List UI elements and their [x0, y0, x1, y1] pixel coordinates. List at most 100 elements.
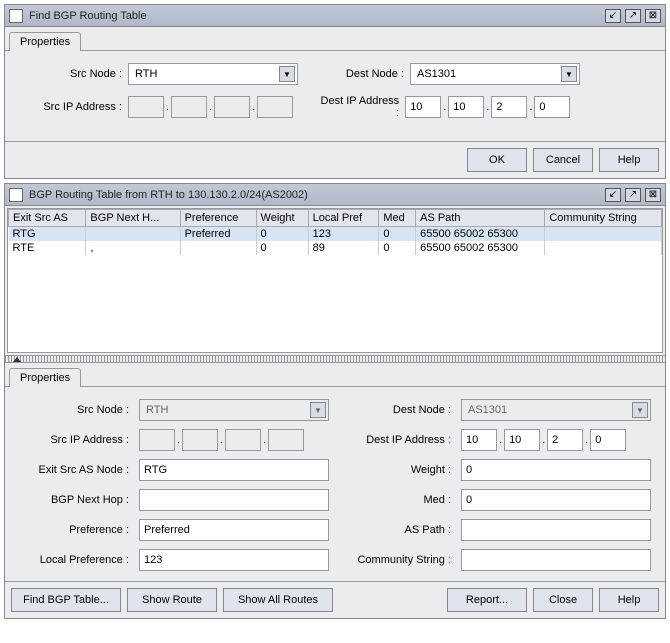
- col-header[interactable]: Exit Src AS: [9, 210, 86, 227]
- table-cell: 65500 65002 65300: [416, 241, 545, 255]
- button-bar: Find BGP Table... Show Route Show All Ro…: [5, 581, 665, 618]
- window-icon: [9, 9, 23, 23]
- col-header[interactable]: Weight: [256, 210, 308, 227]
- window-title: BGP Routing Table from RTH to 130.130.2.…: [29, 189, 605, 201]
- help-button[interactable]: Help: [599, 588, 659, 612]
- weight-label: Weight :: [335, 464, 455, 476]
- dest-ip-octet[interactable]: 10: [504, 429, 540, 451]
- table-cell: RTG: [9, 227, 86, 242]
- find-bgp-window: Find BGP Routing Table ↙ ↗ ⊠ Properties …: [4, 4, 666, 179]
- table-header-row: Exit Src AS BGP Next H... Preference Wei…: [9, 210, 662, 227]
- src-ip-group: . . .: [128, 96, 293, 118]
- bgp-next-label: BGP Next Hop :: [13, 494, 133, 506]
- src-node-label: Src Node :: [13, 404, 133, 416]
- table-row[interactable]: RTE,089065500 65002 65300: [9, 241, 662, 255]
- table-cell: 0: [379, 227, 416, 242]
- minimize-icon[interactable]: ↙: [605, 9, 621, 23]
- dest-ip-octet[interactable]: 2: [547, 429, 583, 451]
- tabbar: Properties: [5, 27, 665, 51]
- minimize-icon[interactable]: ↙: [605, 188, 621, 202]
- as-path-field[interactable]: [461, 519, 651, 541]
- community-field[interactable]: [461, 549, 651, 571]
- titlebar[interactable]: BGP Routing Table from RTH to 130.130.2.…: [5, 184, 665, 206]
- close-icon[interactable]: ⊠: [645, 9, 661, 23]
- dest-node-label: Dest Node :: [320, 68, 410, 80]
- show-route-button[interactable]: Show Route: [127, 588, 217, 612]
- col-header[interactable]: Local Pref: [308, 210, 379, 227]
- dest-ip-octet[interactable]: 0: [534, 96, 570, 118]
- col-header[interactable]: AS Path: [416, 210, 545, 227]
- window-title: Find BGP Routing Table: [29, 10, 605, 22]
- properties-panel: Src Node : RTH ▼ Dest Node : AS1301 ▼ Sr…: [5, 51, 665, 141]
- table-cell: [86, 227, 180, 242]
- dest-ip-octet[interactable]: 2: [491, 96, 527, 118]
- src-ip-octet: [268, 429, 304, 451]
- src-ip-octet: [171, 96, 207, 118]
- src-node-value: RTH: [146, 404, 168, 416]
- help-button[interactable]: Help: [599, 148, 659, 172]
- src-ip-label: Src IP Address :: [13, 101, 128, 113]
- community-label: Community String :: [335, 554, 455, 566]
- cancel-button[interactable]: Cancel: [533, 148, 593, 172]
- dest-ip-group: 10. 10. 2. 0: [461, 429, 651, 451]
- bgp-next-field[interactable]: [139, 489, 329, 511]
- col-header[interactable]: BGP Next H...: [86, 210, 180, 227]
- local-pref-field[interactable]: 123: [139, 549, 329, 571]
- exit-src-field[interactable]: RTG: [139, 459, 329, 481]
- dest-ip-octet[interactable]: 10: [405, 96, 441, 118]
- dest-node-select: AS1301 ▼: [461, 399, 651, 421]
- dest-node-label: Dest Node :: [335, 404, 455, 416]
- dest-ip-label: Dest IP Address :: [335, 434, 455, 446]
- table-cell: [545, 227, 662, 242]
- maximize-icon[interactable]: ↗: [625, 188, 641, 202]
- table-cell: 89: [308, 241, 379, 255]
- table-cell: ,: [86, 241, 180, 255]
- preference-label: Preference :: [13, 524, 133, 536]
- dest-node-value: AS1301: [417, 68, 456, 80]
- show-all-routes-button[interactable]: Show All Routes: [223, 588, 333, 612]
- col-header[interactable]: Community String: [545, 210, 662, 227]
- routing-table[interactable]: Exit Src AS BGP Next H... Preference Wei…: [7, 208, 663, 353]
- table-cell: 123: [308, 227, 379, 242]
- src-node-select[interactable]: RTH ▼: [128, 63, 298, 85]
- close-icon[interactable]: ⊠: [645, 188, 661, 202]
- report-button[interactable]: Report...: [447, 588, 527, 612]
- weight-field[interactable]: 0: [461, 459, 651, 481]
- find-bgp-table-button[interactable]: Find BGP Table...: [11, 588, 121, 612]
- as-path-label: AS Path :: [335, 524, 455, 536]
- tab-properties[interactable]: Properties: [9, 368, 81, 387]
- table-row[interactable]: RTGPreferred0123065500 65002 65300: [9, 227, 662, 242]
- maximize-icon[interactable]: ↗: [625, 9, 641, 23]
- chevron-down-icon: ▼: [279, 66, 295, 82]
- chevron-down-icon: ▼: [632, 402, 648, 418]
- col-header[interactable]: Med: [379, 210, 416, 227]
- tab-properties[interactable]: Properties: [9, 32, 81, 51]
- preference-field[interactable]: Preferred: [139, 519, 329, 541]
- src-node-select: RTH ▼: [139, 399, 329, 421]
- table-cell: RTE: [9, 241, 86, 255]
- src-ip-octet: [214, 96, 250, 118]
- col-header[interactable]: Preference: [180, 210, 256, 227]
- window-icon: [9, 188, 23, 202]
- chevron-down-icon: ▼: [310, 402, 326, 418]
- table-cell: 0: [379, 241, 416, 255]
- dest-ip-octet[interactable]: 10: [448, 96, 484, 118]
- src-ip-octet: [257, 96, 293, 118]
- src-ip-label: Src IP Address :: [13, 434, 133, 446]
- src-ip-group: . . .: [139, 429, 329, 451]
- dest-ip-label: Dest IP Address :: [315, 95, 405, 119]
- dest-ip-octet[interactable]: 0: [590, 429, 626, 451]
- med-field[interactable]: 0: [461, 489, 651, 511]
- table-cell: [180, 241, 256, 255]
- button-bar: OK Cancel Help: [5, 141, 665, 178]
- ok-button[interactable]: OK: [467, 148, 527, 172]
- split-drag-handle[interactable]: [5, 355, 665, 363]
- src-ip-octet: [139, 429, 175, 451]
- dest-node-select[interactable]: AS1301 ▼: [410, 63, 580, 85]
- titlebar[interactable]: Find BGP Routing Table ↙ ↗ ⊠: [5, 5, 665, 27]
- src-ip-octet: [182, 429, 218, 451]
- dest-ip-octet[interactable]: 10: [461, 429, 497, 451]
- close-button[interactable]: Close: [533, 588, 593, 612]
- table-cell: [545, 241, 662, 255]
- properties-panel: Src Node : RTH ▼ Dest Node : AS1301 ▼ Sr…: [5, 387, 665, 581]
